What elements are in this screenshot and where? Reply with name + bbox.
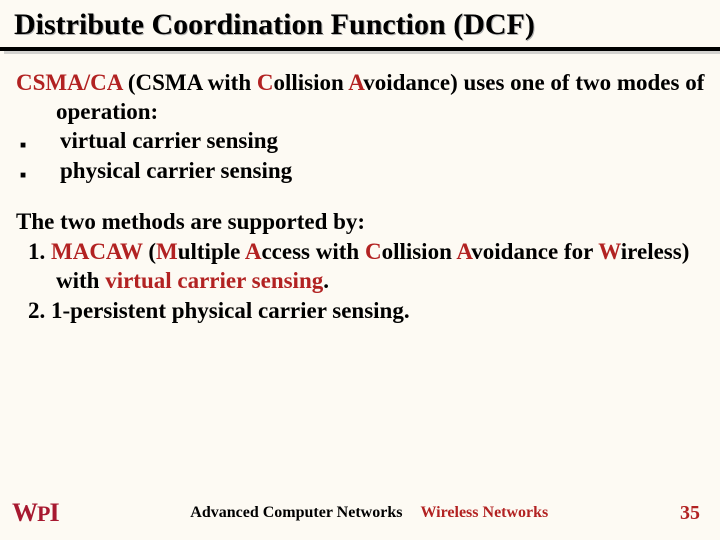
slide-footer: WPI Advanced Computer Networks Wireless … xyxy=(0,498,720,528)
bullet-icon: ■ xyxy=(16,140,60,153)
list-item-1: 1. MACAW (Multiple Access with Collision… xyxy=(16,237,708,296)
m-letter: M xyxy=(156,239,178,264)
title-underline-shadow xyxy=(4,51,720,54)
w-letter: W xyxy=(598,239,621,264)
intro-text-2: ollision xyxy=(274,70,349,95)
slide-title: Distribute Coordination Function (DCF) xyxy=(0,0,720,47)
t4: ollision xyxy=(382,239,457,264)
bullet-item: ■ virtual carrier sensing xyxy=(16,126,708,155)
intro-a: A xyxy=(348,70,363,95)
csma-ca-term: CSMA/CA xyxy=(16,70,122,95)
logo-w: W xyxy=(12,498,37,528)
t5: voidance for xyxy=(471,239,598,264)
intro-text-1: (CSMA with xyxy=(122,70,257,95)
bullet-text: physical carrier sensing xyxy=(60,156,708,185)
vcs-term: virtual carrier sensing xyxy=(105,268,323,293)
footer-course: Advanced Computer Networks xyxy=(190,504,402,521)
wpi-logo: WPI xyxy=(12,498,59,528)
list-item-2: 2. 1-persistent physical carrier sensing… xyxy=(16,296,708,325)
logo-p: P xyxy=(37,501,49,527)
av-letter: A xyxy=(456,239,471,264)
footer-topic: Wireless Networks xyxy=(420,504,548,521)
supported-intro: The two methods are supported by: xyxy=(16,207,708,236)
a-letter: A xyxy=(245,239,262,264)
logo-i: I xyxy=(49,498,58,528)
bullet-item: ■ physical carrier sensing xyxy=(16,156,708,185)
c-letter: C xyxy=(365,239,382,264)
slide: Distribute Coordination Function (DCF) C… xyxy=(0,0,720,540)
bullet-text: virtual carrier sensing xyxy=(60,126,708,155)
dot: . xyxy=(323,268,329,293)
slide-body: CSMA/CA (CSMA with Collision Avoidance) … xyxy=(0,54,720,326)
intro-paragraph: CSMA/CA (CSMA with Collision Avoidance) … xyxy=(16,68,708,127)
footer-center: Advanced Computer Networks Wireless Netw… xyxy=(59,504,680,522)
t1: ( xyxy=(143,239,156,264)
macaw-term: MACAW xyxy=(51,239,143,264)
page-number: 35 xyxy=(680,502,700,525)
num-prefix: 1. xyxy=(28,239,51,264)
t2: ultiple xyxy=(178,239,245,264)
t3: ccess with xyxy=(261,239,364,264)
intro-c: C xyxy=(257,70,274,95)
bullet-icon: ■ xyxy=(16,170,60,183)
